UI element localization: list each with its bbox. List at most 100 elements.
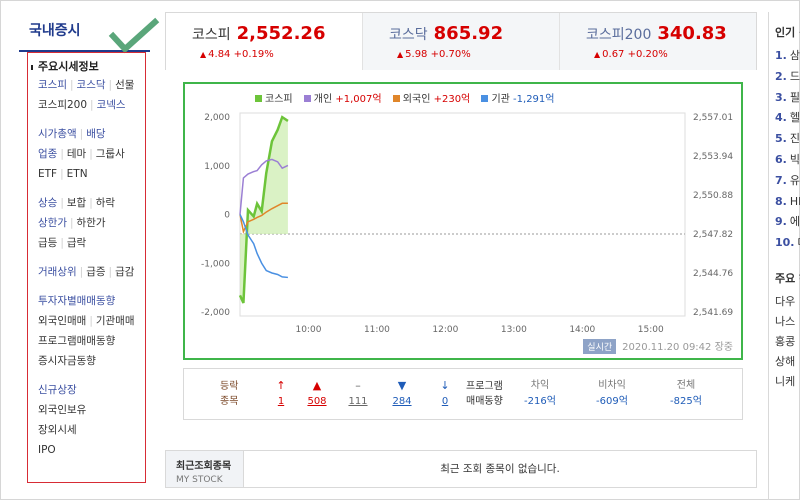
sidebar-link[interactable]: 상한가	[38, 217, 67, 229]
popular-search-item[interactable]: 2. 드	[769, 67, 800, 88]
breadth-fall[interactable]: ▼ 284	[387, 378, 417, 410]
popular-search-name: 드	[789, 69, 800, 83]
tab-index-change: ▲ 0.67 +0.20%	[586, 49, 756, 60]
plot-frame	[239, 112, 686, 317]
y-left-tick-label: -2,000	[201, 308, 230, 318]
tab-index-change: ▲ 4.84 +0.19%	[192, 49, 362, 60]
sidebar-link[interactable]: 급등	[38, 237, 57, 249]
tab-index-name: 코스피200	[586, 27, 652, 43]
tab-index-change-text: 4.84 +0.19%	[208, 49, 274, 60]
sidebar-separator: |	[69, 79, 74, 91]
sidebar-row: 코스피200 | 코넥스	[38, 95, 146, 115]
breadth-lower-limit[interactable]: ↓ 0	[430, 378, 460, 410]
popular-search-item[interactable]: 9. 에	[769, 212, 800, 233]
world-market-item[interactable]: 니케	[769, 372, 800, 392]
popular-search-item[interactable]: 7. 유	[769, 171, 800, 192]
sidebar-link[interactable]: 하한가	[77, 217, 106, 229]
sidebar-link[interactable]: 업종	[38, 148, 57, 160]
popular-search-item[interactable]: 8.HI	[769, 192, 800, 213]
popular-search-name: HI	[789, 194, 800, 208]
popular-search-rank: 6.	[775, 152, 787, 166]
breadth-upper-limit[interactable]: ↑ 1	[266, 378, 296, 410]
sidebar-link[interactable]: 거래상위	[38, 266, 77, 278]
sidebar-link[interactable]: 코스피200	[38, 99, 87, 111]
sidebar-link[interactable]: 하락	[96, 197, 115, 209]
tab-index-1[interactable]: 코스닥 865.92 ▲ 5.98 +0.70%	[363, 13, 560, 70]
sidebar-row: 상승 | 보합 | 하락	[38, 193, 146, 213]
sidebar-link[interactable]: ETF	[38, 168, 57, 180]
tab-index-0[interactable]: 코스피 2,552.26 ▲ 4.84 +0.19%	[166, 13, 363, 70]
y-left-tick-label: -1,000	[201, 259, 230, 269]
sidebar-link[interactable]: 기관매매	[96, 315, 135, 327]
sidebar-link[interactable]: 배당	[86, 128, 105, 140]
sidebar-separator: |	[60, 237, 64, 249]
popular-search-item[interactable]: 1. 삼	[769, 46, 800, 67]
tab-index-change-text: 5.98 +0.70%	[405, 49, 471, 60]
x-tick-label: 12:00	[432, 325, 458, 335]
sidebar-link[interactable]: 테마	[67, 148, 86, 160]
program-col: 전체 -825억	[656, 378, 716, 410]
sidebar-row: 코스피 | 코스닥 | 선물	[38, 75, 146, 95]
popular-search-item[interactable]: 6. 빅	[769, 150, 800, 171]
breadth-count[interactable]: 0	[430, 394, 460, 410]
sidebar-link[interactable]: 보합	[67, 197, 86, 209]
popular-search-name: 헬	[789, 111, 800, 125]
sidebar-link[interactable]: ETN	[67, 168, 88, 180]
sidebar-link[interactable]: 급증	[86, 266, 105, 278]
breadth-count[interactable]: 284	[387, 394, 417, 410]
y-right-tick-label: 2,550.88	[693, 191, 733, 201]
breadth-count[interactable]: 508	[302, 394, 332, 410]
lower-limit-icon: ↓	[440, 379, 450, 392]
sidebar-row: 신규상장	[38, 380, 146, 400]
flat-icon: –	[355, 379, 361, 392]
sidebar-row: 투자자별매매동향	[38, 291, 146, 311]
y-left-tick-label: 0	[224, 211, 230, 221]
tab-index-change-text: 0.67 +0.20%	[602, 49, 668, 60]
sidebar-link[interactable]: 코스닥	[77, 79, 106, 91]
sidebar-link[interactable]: 증시자금동향	[38, 355, 96, 367]
sidebar-link[interactable]: 급락	[67, 237, 86, 249]
breadth-flat[interactable]: – 111	[343, 378, 373, 410]
popular-search-item[interactable]: 4. 헬	[769, 108, 800, 129]
program-head: 차익	[530, 380, 550, 391]
sidebar-link[interactable]: 장외시세	[38, 424, 77, 436]
sidebar-link[interactable]: 선물	[115, 79, 134, 91]
breadth-count[interactable]: 111	[343, 394, 373, 410]
sidebar-link[interactable]: 신규상장	[38, 384, 77, 396]
popular-search-item[interactable]: 10.대	[769, 233, 800, 254]
upper-limit-icon: ↑	[276, 379, 286, 392]
sidebar-link[interactable]: 코넥스	[97, 99, 126, 111]
sidebar-link[interactable]: 코스피	[38, 79, 67, 91]
sidebar-link[interactable]: 시가총액	[38, 128, 77, 140]
sidebar-row: 프로그램매매동향	[38, 331, 146, 351]
sidebar-row: 업종 | 테마 | 그룹사	[38, 144, 146, 164]
sidebar-link[interactable]: 외국인매매	[38, 315, 86, 327]
sidebar-link[interactable]: IPO	[38, 444, 56, 456]
world-market-item[interactable]: 다우	[769, 292, 800, 312]
sidebar-link[interactable]: 투자자별매매동향	[38, 295, 115, 307]
world-market-item[interactable]: 홍콩	[769, 332, 800, 352]
world-market-item[interactable]: 상해	[769, 352, 800, 372]
world-market-item[interactable]: 나스	[769, 312, 800, 332]
world-market-title: 주요 해	[775, 271, 800, 285]
sidebar-link[interactable]: 상승	[38, 197, 57, 209]
sidebar-link[interactable]: 외국인보유	[38, 404, 86, 416]
popular-search-item[interactable]: 5. 진	[769, 129, 800, 150]
program-head: 비차익	[598, 380, 626, 391]
breadth-rise[interactable]: ▲ 508	[302, 378, 332, 410]
popular-search-name: 삼	[789, 49, 800, 62]
sidebar-menu: 주요시세정보 코스피 | 코스닥 | 선물 코스피200 | 코넥스 시가총액 | 배당 업종 | 테마 |…	[31, 58, 146, 460]
popular-search-rank: 4.	[775, 111, 787, 125]
sidebar-section-title: 주요시세정보	[31, 58, 146, 75]
sidebar-separator: |	[90, 99, 94, 111]
breadth-count[interactable]: 1	[266, 394, 296, 410]
sidebar-link[interactable]: 프로그램매매동향	[38, 335, 115, 347]
tab-index-2[interactable]: 코스피200 340.83 ▲ 0.67 +0.20%	[560, 13, 756, 70]
sidebar-row: ETF | ETN	[38, 164, 146, 184]
recent-label[interactable]: 최근조회종목 MY STOCK	[166, 451, 244, 487]
sidebar-link[interactable]: 그룹사	[96, 148, 125, 160]
sidebar-link[interactable]: 급감	[115, 266, 134, 278]
popular-search-item[interactable]: 3. 필	[769, 88, 800, 109]
recent-stocks: 최근조회종목 MY STOCK 최근 조회 종목이 없습니다.	[165, 450, 757, 488]
